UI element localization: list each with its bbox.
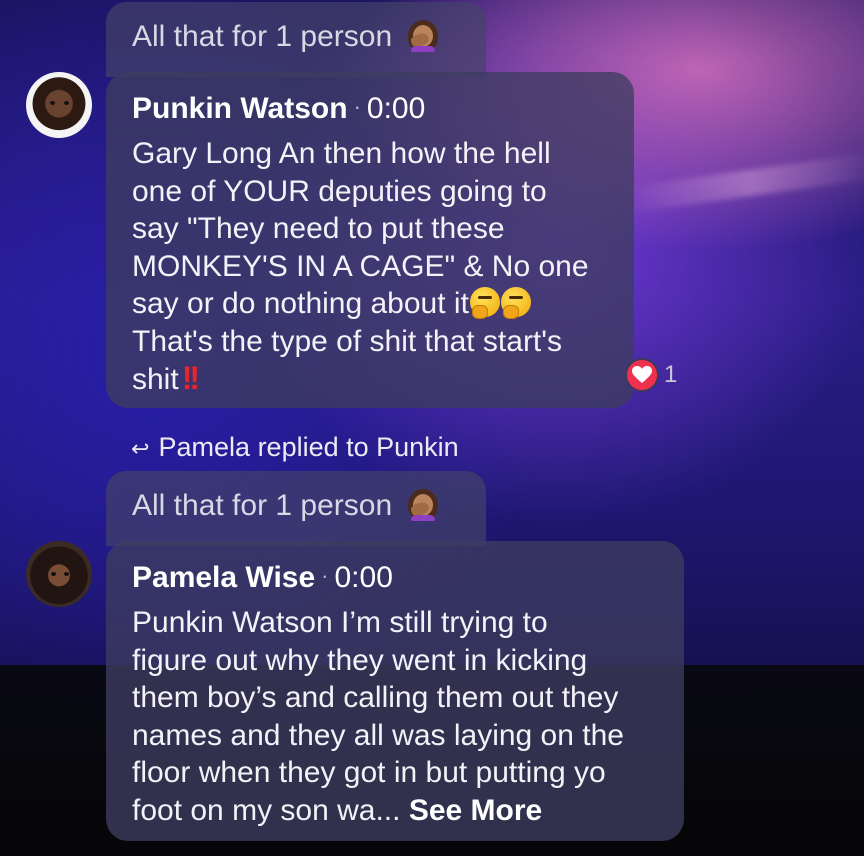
heart-icon <box>625 358 659 392</box>
comment-author-name[interactable]: Pamela Wise <box>132 561 315 594</box>
video-light-streak <box>619 152 864 214</box>
comment-line: Gary Long An then how the hell <box>132 137 551 170</box>
comment-line: say or do nothing about it <box>132 287 469 320</box>
comment-line: Punkin Watson I’m still trying to <box>132 606 548 639</box>
reply-preview-second[interactable]: All that for 1 person <box>106 471 486 546</box>
see-more-link[interactable]: See More <box>409 794 542 827</box>
comment-author-name[interactable]: Punkin Watson <box>132 92 348 125</box>
comment-line: shit <box>132 363 179 396</box>
comment-body: Gary Long An then how the hell one of YO… <box>132 135 614 399</box>
separator-dot: · <box>321 563 329 588</box>
replied-notice-text: Pamela replied to Punkin <box>158 432 459 462</box>
reaction-summary[interactable]: 1 <box>625 358 677 392</box>
comment-line-with-link: foot on my son wa... See More <box>132 792 668 830</box>
comment-line: That's the type of shit that start's <box>132 324 562 358</box>
comment-line: floor when they got in but putting yo <box>132 756 606 789</box>
double-exclamation-emoji-icon: !! <box>181 360 200 396</box>
comment-header: Punkin Watson · 0:00 <box>132 90 614 126</box>
reply-preview-text: All that for 1 person <box>132 489 393 522</box>
avatar-pamela-wise[interactable] <box>26 541 92 607</box>
comment-line: one of YOUR deputies going to <box>132 174 547 208</box>
reply-preview-text: All that for 1 person <box>132 20 393 53</box>
reaction-count: 1 <box>664 361 678 388</box>
comment-line-with-emoji: shit!! <box>132 360 614 399</box>
facepalm-emoji-icon <box>407 489 439 521</box>
thinking-face-emoji-icon <box>469 287 500 319</box>
comment-timestamp[interactable]: 0:00 <box>335 561 393 594</box>
avatar-punkin-watson[interactable] <box>26 72 92 138</box>
separator-dot: · <box>353 94 361 119</box>
replied-notice[interactable]: ↩ Pamela replied to Punkin <box>131 432 459 463</box>
comment-header: Pamela Wise · 0:00 <box>132 559 668 595</box>
comment-line: them boy’s and calling them out they <box>132 681 619 714</box>
reply-arrow-icon: ↩ <box>131 436 150 461</box>
comment-line: names and they all was laying on the <box>132 718 624 752</box>
comment-line: figure out why they went in kicking <box>132 643 588 677</box>
comment-bubble-punkin-watson[interactable]: Punkin Watson · 0:00 Gary Long An then how… <box>106 72 634 408</box>
reply-preview-top[interactable]: All that for 1 person <box>106 2 486 77</box>
comment-bubble-pamela-wise[interactable]: Pamela Wise · 0:00 Punkin Watson I’m still… <box>106 541 684 841</box>
comment-line: foot on my son wa... <box>132 793 401 827</box>
comment-line: say "They need to put these <box>132 212 505 245</box>
comment-line: MONKEY'S IN A CAGE" & No one <box>132 249 589 283</box>
thinking-face-emoji-icon <box>500 287 531 319</box>
comment-line-with-emoji: say or do nothing about it <box>132 285 614 323</box>
comment-timestamp[interactable]: 0:00 <box>367 92 425 125</box>
facepalm-emoji-icon <box>407 20 439 52</box>
comment-body: Punkin Watson I’m still trying to figure… <box>132 604 668 829</box>
